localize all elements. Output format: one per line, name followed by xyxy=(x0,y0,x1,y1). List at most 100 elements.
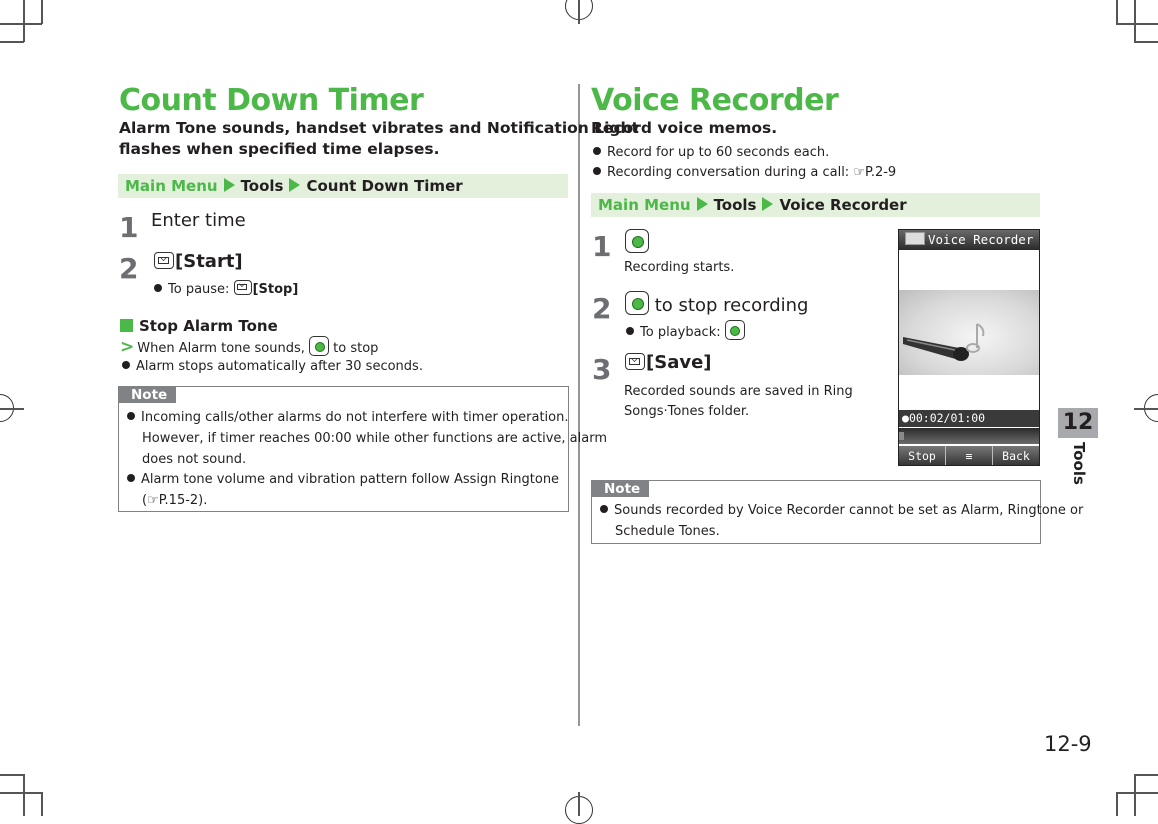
start-label: [Start] xyxy=(175,251,243,272)
note-line: Alarm tone volume and vibration pattern … xyxy=(127,469,559,490)
note-text: However, if timer reaches 00:00 while ot… xyxy=(142,431,607,446)
phone-screen: Voice Recorder ●00:02/01:00 Stop ≡ Back xyxy=(898,229,1040,466)
phone-title-bar: Voice Recorder xyxy=(899,230,1039,250)
step-2-label: to stop recording xyxy=(654,295,809,316)
center-key-icon xyxy=(309,336,330,356)
menu-path: Main Menu Tools Voice Recorder xyxy=(591,193,1040,217)
bullet-icon xyxy=(600,505,608,513)
chapter-number-tab: 12 xyxy=(1058,408,1098,438)
bullet-icon xyxy=(127,412,135,420)
section-title: Voice Recorder xyxy=(591,83,839,118)
note-box: Note Sounds recorded by Voice Recorder c… xyxy=(591,480,1083,544)
path-main-menu: Main Menu xyxy=(598,196,691,214)
step-1-text: Enter time xyxy=(151,210,246,231)
center-key-icon xyxy=(625,291,649,315)
step-2-text: [Start] xyxy=(154,251,243,273)
step-2-sub: To playback: xyxy=(626,320,745,343)
softkey-menu[interactable]: ≡ xyxy=(946,446,993,465)
center-key-icon xyxy=(724,320,745,340)
bullet-icon xyxy=(122,361,130,369)
bullet-icon xyxy=(593,167,601,175)
path-arrow-icon xyxy=(762,197,774,211)
recording-progress-bar xyxy=(899,428,1039,444)
note-text: Schedule Tones. xyxy=(615,524,720,539)
phone-timer: ●00:02/01:00 xyxy=(899,410,1039,427)
note-line: does not sound. xyxy=(142,449,246,470)
note-line: However, if timer reaches 00:00 while ot… xyxy=(142,428,607,449)
phone-softkeys: Stop ≡ Back xyxy=(899,446,1039,465)
mail-key-icon xyxy=(154,252,174,269)
action-prefix: When Alarm tone sounds, xyxy=(137,341,305,356)
path-arrow-icon xyxy=(223,178,235,192)
note-line: (☞P.15-2). xyxy=(142,490,207,511)
bullet-icon xyxy=(626,327,634,335)
desc-line: Songs·Tones folder. xyxy=(624,404,750,419)
bullet-icon xyxy=(593,147,601,155)
page-reference-link[interactable]: P.15-2). xyxy=(159,493,208,508)
step-number: 3 xyxy=(592,353,612,386)
step-number: 1 xyxy=(592,230,612,263)
column-divider xyxy=(578,84,580,726)
chapter-label: Tools xyxy=(1070,442,1088,485)
bullet-icon xyxy=(154,284,162,292)
mail-key-icon xyxy=(233,280,252,295)
phone-title: Voice Recorder xyxy=(928,232,1034,247)
bullet-text: Alarm stops automatically after 30 secon… xyxy=(136,359,423,374)
mail-key-icon xyxy=(625,353,645,370)
bullet-text: Recording conversation during a call: xyxy=(607,165,850,180)
bullet-item: Record for up to 60 seconds each. xyxy=(593,143,829,163)
clock-icon: ● xyxy=(902,411,909,425)
section-lead: Record voice memos. xyxy=(591,119,778,137)
progress-fill xyxy=(899,432,904,440)
reference-hand-icon: ☞ xyxy=(147,493,159,508)
elapsed-time: 00:02/01:00 xyxy=(908,411,986,425)
step-number: 2 xyxy=(592,292,612,325)
section-lead: Alarm Tone sounds, handset vibrates and … xyxy=(119,118,639,160)
note-line: Sounds recorded by Voice Recorder cannot… xyxy=(600,500,1083,521)
step-1-desc: Recording starts. xyxy=(624,260,735,275)
note-text: Incoming calls/other alarms do not inter… xyxy=(141,410,569,425)
lead-line: Alarm Tone sounds, handset vibrates and … xyxy=(119,119,639,137)
note-tag: Note xyxy=(119,387,177,403)
bullet-icon xyxy=(127,474,135,482)
subsection-title: Stop Alarm Tone xyxy=(120,316,278,336)
arrow-icon: > xyxy=(120,337,135,357)
microphone-illustration xyxy=(903,323,985,361)
step-2-text: to stop recording xyxy=(625,291,808,317)
sub-prefix: To pause: xyxy=(168,282,230,297)
menu-path: Main Menu Tools Count Down Timer xyxy=(118,174,568,198)
note-tag: Note xyxy=(592,481,650,497)
subsection-action: > When Alarm tone sounds, to stop xyxy=(120,336,378,359)
action-suffix: to stop xyxy=(333,341,379,356)
note-text: Sounds recorded by Voice Recorder cannot… xyxy=(614,503,1084,518)
path-main-menu: Main Menu xyxy=(125,177,218,195)
step-number: 1 xyxy=(119,211,139,244)
path-tools: Tools xyxy=(240,177,284,195)
page-reference-link[interactable]: P.2-9 xyxy=(865,165,896,180)
step-3-text: [Save] xyxy=(625,352,712,374)
step-2-sub: To pause: [Stop] xyxy=(154,280,298,300)
bullet-text: Record for up to 60 seconds each. xyxy=(607,145,830,160)
note-line: Incoming calls/other alarms do not inter… xyxy=(127,407,568,428)
note-line: Schedule Tones. xyxy=(615,521,720,542)
softkey-stop[interactable]: Stop xyxy=(899,446,946,465)
path-count-down-timer: Count Down Timer xyxy=(306,177,463,195)
microphone-image xyxy=(899,290,1039,375)
bullet-item: Recording conversation during a call: ☞P… xyxy=(593,163,896,183)
note-text: Alarm tone volume and vibration pattern … xyxy=(141,472,560,487)
path-arrow-icon xyxy=(289,178,301,192)
path-tools: Tools xyxy=(713,196,757,214)
page-number: 12-9 xyxy=(1044,732,1092,756)
section-title: Count Down Timer xyxy=(119,83,424,118)
step-number: 2 xyxy=(119,252,139,285)
save-label: [Save] xyxy=(646,352,712,373)
softkey-back[interactable]: Back xyxy=(993,446,1039,465)
path-voice-recorder: Voice Recorder xyxy=(779,196,907,214)
note-box: Note Incoming calls/other alarms do not … xyxy=(118,386,607,512)
stop-label: [Stop] xyxy=(252,282,299,297)
note-text: does not sound. xyxy=(142,452,247,467)
center-key-icon xyxy=(625,229,649,253)
subsection-title-text: Stop Alarm Tone xyxy=(139,317,278,335)
sub-prefix: To playback: xyxy=(640,325,721,340)
square-icon xyxy=(120,319,133,332)
